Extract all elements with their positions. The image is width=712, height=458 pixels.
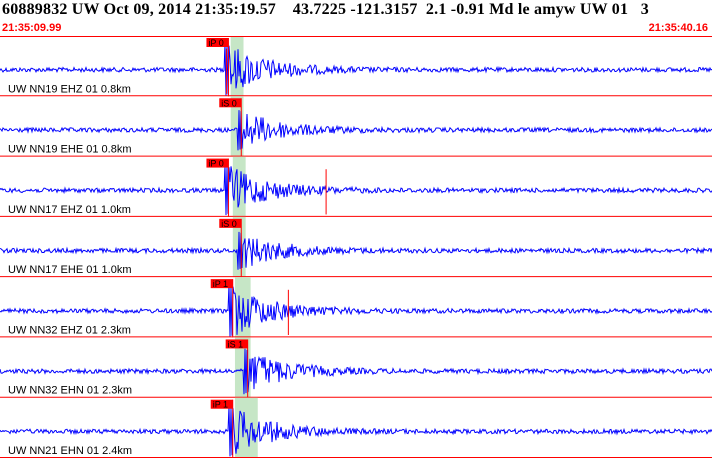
channel-trace[interactable]: iP 0 UW NN17 EHZ 01 1.0km — [0, 156, 712, 217]
channel-label: UW NN17 EHZ 01 1.0km — [8, 204, 131, 216]
end-time-label: 21:35:40.16 — [648, 22, 708, 34]
channel-label: UW NN17 EHE 01 1.0km — [8, 264, 131, 276]
channel-trace[interactable]: iS 0 UW NN17 EHE 01 1.0km — [0, 216, 712, 278]
phase-pick-label: iS 1 — [228, 339, 244, 349]
channel-label: UW NN21 EHN 01 2.4km — [8, 445, 132, 457]
channel-label: UW NN19 EHE 01 0.8km — [8, 144, 131, 156]
seismogram-traces[interactable]: iP 0 UW NN19 EHZ 01 0.8km iS 0 UW NN19 EHE … — [0, 36, 712, 458]
channel-trace[interactable]: iP 1 UW NN21 EHN 01 2.4km — [0, 397, 712, 458]
channel-trace[interactable]: iP 1 UW NN32 EHZ 01 2.3km — [0, 277, 712, 338]
phase-pick-label: iS 0 — [221, 98, 237, 108]
phase-pick-label: iP 1 — [213, 400, 228, 410]
channel-trace[interactable]: iS 1 UW NN32 EHN 01 2.3km — [0, 337, 712, 398]
phase-pick-label: iP 0 — [208, 38, 223, 48]
channel-trace[interactable]: iP 0 UW NN19 EHZ 01 0.8km — [0, 36, 712, 97]
channel-label: UW NN19 EHZ 01 0.8km — [8, 83, 131, 95]
start-time-label: 21:35:09.99 — [2, 22, 62, 34]
channel-label: UW NN32 EHZ 01 2.3km — [8, 324, 131, 336]
event-header: 60889832 UW Oct 09, 2014 21:35:19.57 43.… — [0, 0, 712, 36]
phase-pick-label: iP 1 — [213, 279, 228, 289]
phase-pick-label: iP 0 — [208, 159, 223, 169]
phase-pick-label: iS 0 — [221, 219, 237, 229]
seismogram-panel[interactable]: iP 0 UW NN19 EHZ 01 0.8km iS 0 UW NN19 EHE … — [0, 36, 712, 458]
channel-trace[interactable]: iS 0 UW NN19 EHE 01 0.8km — [0, 96, 712, 157]
channel-label: UW NN32 EHN 01 2.3km — [8, 385, 132, 397]
event-title: 60889832 UW Oct 09, 2014 21:35:19.57 43.… — [2, 1, 649, 18]
